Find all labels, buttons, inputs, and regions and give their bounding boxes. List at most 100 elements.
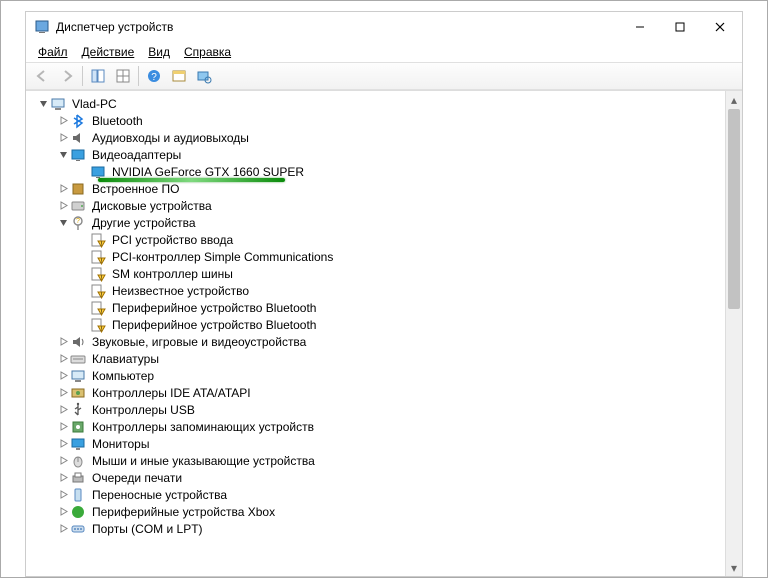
tree-category-monitors[interactable]: Мониторы bbox=[30, 435, 725, 452]
expand-icon[interactable] bbox=[56, 439, 70, 448]
window-title: Диспетчер устройств bbox=[56, 20, 620, 34]
menu-action[interactable]: Действие bbox=[76, 44, 141, 60]
tree-device-pci-input[interactable]: ! PCI устройство ввода bbox=[30, 231, 725, 248]
tree-category-mice[interactable]: Мыши и иные указывающие устройства bbox=[30, 452, 725, 469]
monitor-icon bbox=[70, 436, 86, 452]
node-label: Звуковые, игровые и видеоустройства bbox=[90, 335, 308, 349]
vertical-scrollbar[interactable]: ▴ ▾ bbox=[725, 91, 742, 576]
forward-button[interactable] bbox=[55, 64, 79, 88]
display-adapter-icon bbox=[90, 164, 106, 180]
tree-category-portable[interactable]: Переносные устройства bbox=[30, 486, 725, 503]
scroll-up-button[interactable]: ▴ bbox=[726, 91, 742, 108]
tree-category-audio[interactable]: Аудиовходы и аудиовыходы bbox=[30, 129, 725, 146]
tree-category-xbox[interactable]: Периферийные устройства Xbox bbox=[30, 503, 725, 520]
warning-device-icon: ! bbox=[90, 283, 106, 299]
svg-text:?: ? bbox=[76, 218, 80, 225]
content-area: Vlad-PC Bluetooth Аудиовходы и аудиовыхо… bbox=[26, 90, 742, 576]
node-label: Контроллеры USB bbox=[90, 403, 197, 417]
node-label: Встроенное ПО bbox=[90, 182, 181, 196]
expand-icon[interactable] bbox=[56, 490, 70, 499]
close-button[interactable] bbox=[700, 13, 740, 41]
node-label: Контроллеры IDE ATA/ATAPI bbox=[90, 386, 253, 400]
node-label: Периферийное устройство Bluetooth bbox=[110, 301, 318, 315]
back-button[interactable] bbox=[30, 64, 54, 88]
tree-device-periph-bt2[interactable]: ! Периферийное устройство Bluetooth bbox=[30, 316, 725, 333]
node-label: Другие устройства bbox=[90, 216, 198, 230]
expand-icon[interactable] bbox=[56, 184, 70, 193]
tree-device-unknown[interactable]: ! Неизвестное устройство bbox=[30, 282, 725, 299]
collapse-icon[interactable] bbox=[56, 150, 70, 159]
minimize-button[interactable] bbox=[620, 13, 660, 41]
help-button[interactable]: ? bbox=[142, 64, 166, 88]
node-label: PCI-контроллер Simple Communications bbox=[110, 250, 335, 264]
tree-category-sound[interactable]: Звуковые, игровые и видеоустройства bbox=[30, 333, 725, 350]
tree-category-ide[interactable]: Контроллеры IDE ATA/ATAPI bbox=[30, 384, 725, 401]
tree-category-keyboards[interactable]: Клавиатуры bbox=[30, 350, 725, 367]
node-label: Порты (COM и LPT) bbox=[90, 522, 205, 536]
tree-device-periph-bt1[interactable]: ! Периферийное устройство Bluetooth bbox=[30, 299, 725, 316]
tree-category-print-queues[interactable]: Очереди печати bbox=[30, 469, 725, 486]
show-hide-tree-button[interactable] bbox=[86, 64, 110, 88]
expand-icon[interactable] bbox=[56, 473, 70, 482]
tree-device-gpu[interactable]: NVIDIA GeForce GTX 1660 SUPER bbox=[30, 163, 725, 180]
scroll-down-button[interactable]: ▾ bbox=[726, 559, 742, 576]
tree-device-sm-bus[interactable]: ! SM контроллер шины bbox=[30, 265, 725, 282]
expand-icon[interactable] bbox=[56, 456, 70, 465]
titlebar[interactable]: Диспетчер устройств bbox=[26, 12, 742, 42]
expand-icon[interactable] bbox=[56, 133, 70, 142]
expand-icon[interactable] bbox=[56, 201, 70, 210]
expand-icon[interactable] bbox=[56, 354, 70, 363]
expand-icon[interactable] bbox=[56, 524, 70, 533]
node-label: Очереди печати bbox=[90, 471, 184, 485]
node-label: Видеоадаптеры bbox=[90, 148, 183, 162]
maximize-button[interactable] bbox=[660, 13, 700, 41]
tree-category-firmware[interactable]: Встроенное ПО bbox=[30, 180, 725, 197]
toolbar-separator bbox=[138, 66, 139, 86]
expand-icon[interactable] bbox=[56, 388, 70, 397]
toolbar: ? bbox=[26, 62, 742, 90]
xbox-icon bbox=[70, 504, 86, 520]
node-label: Контроллеры запоминающих устройств bbox=[90, 420, 316, 434]
tree-category-other[interactable]: ? Другие устройства bbox=[30, 214, 725, 231]
help-topics-button[interactable] bbox=[111, 64, 135, 88]
expand-icon[interactable] bbox=[56, 422, 70, 431]
computer-icon bbox=[70, 368, 86, 384]
tree-root[interactable]: Vlad-PC bbox=[30, 95, 725, 112]
port-icon bbox=[70, 521, 86, 537]
properties-button[interactable] bbox=[167, 64, 191, 88]
expand-icon[interactable] bbox=[56, 116, 70, 125]
node-label: Bluetooth bbox=[90, 114, 145, 128]
expand-icon[interactable] bbox=[56, 371, 70, 380]
node-label: Клавиатуры bbox=[90, 352, 161, 366]
scan-hardware-button[interactable] bbox=[192, 64, 216, 88]
tree-category-usb[interactable]: Контроллеры USB bbox=[30, 401, 725, 418]
printer-icon bbox=[70, 470, 86, 486]
node-label: Компьютер bbox=[90, 369, 156, 383]
menu-help[interactable]: Справка bbox=[178, 44, 237, 60]
tree-category-disk[interactable]: Дисковые устройства bbox=[30, 197, 725, 214]
menubar: Файл Действие Вид Справка bbox=[26, 42, 742, 62]
node-label: Периферийные устройства Xbox bbox=[90, 505, 277, 519]
scroll-thumb[interactable] bbox=[728, 109, 740, 309]
collapse-icon[interactable] bbox=[56, 218, 70, 227]
tree-category-bluetooth[interactable]: Bluetooth bbox=[30, 112, 725, 129]
tree-device-pci-simple[interactable]: ! PCI-контроллер Simple Communications bbox=[30, 248, 725, 265]
tree-category-computer[interactable]: Компьютер bbox=[30, 367, 725, 384]
tree-category-ports[interactable]: Порты (COM и LPT) bbox=[30, 520, 725, 537]
expand-icon[interactable] bbox=[56, 405, 70, 414]
menu-view[interactable]: Вид bbox=[142, 44, 176, 60]
tree-category-video[interactable]: Видеоадаптеры bbox=[30, 146, 725, 163]
svg-text:?: ? bbox=[151, 72, 157, 83]
tree-category-storage[interactable]: Контроллеры запоминающих устройств bbox=[30, 418, 725, 435]
collapse-icon[interactable] bbox=[36, 99, 50, 108]
node-label: NVIDIA GeForce GTX 1660 SUPER bbox=[110, 165, 306, 179]
node-label: Неизвестное устройство bbox=[110, 284, 251, 298]
speaker-icon bbox=[70, 334, 86, 350]
expand-icon[interactable] bbox=[56, 507, 70, 516]
expand-icon[interactable] bbox=[56, 337, 70, 346]
device-tree[interactable]: Vlad-PC Bluetooth Аудиовходы и аудиовыхо… bbox=[26, 91, 725, 576]
node-label: Периферийное устройство Bluetooth bbox=[110, 318, 318, 332]
firmware-icon bbox=[70, 181, 86, 197]
display-adapter-icon bbox=[70, 147, 86, 163]
menu-file[interactable]: Файл bbox=[32, 44, 74, 60]
